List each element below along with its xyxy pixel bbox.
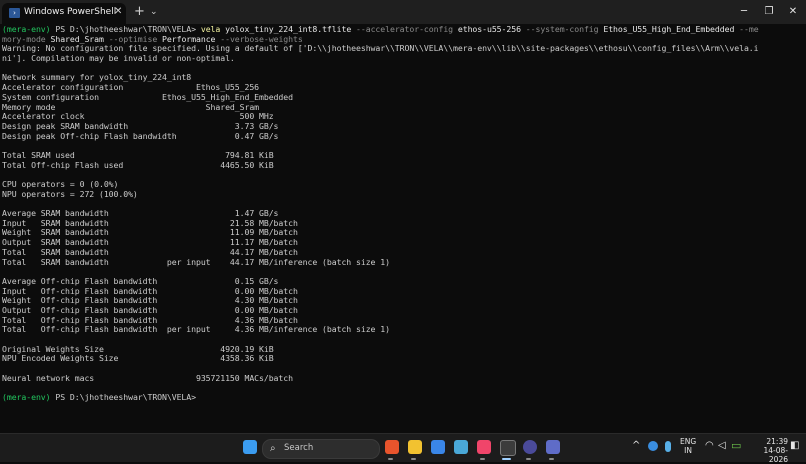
close-tab-icon[interactable]: ✕ (114, 6, 122, 18)
battery-icon[interactable]: ▭ (731, 439, 741, 452)
final-prompt[interactable]: (mera-env) PS D:\jhotheeshwar\TRON\VELA> (2, 392, 804, 403)
running-indicator (549, 458, 554, 460)
taskbar: ⌕ Search ^ ENG IN ◠ ◁ ▭ 21:39 14-08-2026… (0, 433, 806, 464)
command-flag: --optimise (108, 33, 163, 44)
language-line-1: ENG (680, 437, 697, 446)
clock-time: 21:39 (766, 437, 788, 446)
notepad-icon[interactable] (454, 440, 468, 454)
title-bar: › Windows PowerShell ✕ + ⌄ ─ ❐ ✕ (0, 0, 806, 24)
output-line: Design peak Off-chip Flash bandwidth 0.4… (2, 130, 279, 141)
command-flag: --verbose-weights (220, 33, 303, 44)
output-line: NPU Encoded Weights Size 4358.36 KiB (2, 353, 274, 364)
terminal-icon[interactable] (500, 440, 516, 456)
running-indicator (411, 458, 416, 460)
command-flag: --me (739, 25, 759, 34)
new-tab-button[interactable]: + (134, 5, 145, 19)
chevron-up-icon[interactable]: ^ (632, 440, 640, 451)
tab-windows-powershell[interactable]: › Windows PowerShell ✕ (2, 3, 126, 24)
command-flag: mory-mode (2, 33, 51, 44)
terminal-output[interactable]: (mera-env) PS D:\jhotheeshwar\TRON\VELA>… (2, 25, 804, 433)
wifi-icon[interactable]: ◠ (705, 440, 714, 451)
microphone-icon[interactable] (665, 441, 671, 452)
music-app-icon[interactable] (477, 440, 491, 454)
search-label: Search (284, 443, 314, 453)
eclipse-icon[interactable] (523, 440, 537, 454)
powershell-icon: › (9, 8, 20, 18)
tab-dropdown-icon[interactable]: ⌄ (150, 6, 158, 18)
app-store-icon[interactable] (431, 440, 445, 454)
output-line: Total Off-chip Flash used 4465.50 KiB (2, 159, 274, 170)
clock-date: 14-08-2026 (763, 446, 789, 464)
command-token: Shared_Sram (50, 33, 109, 44)
command-flag: --accelerator-config (356, 25, 458, 34)
cloud-sync-icon[interactable] (648, 441, 658, 451)
prompt-path: PS D:\jhotheeshwar\TRON\VELA> (50, 25, 201, 34)
maximize-button[interactable]: ❐ (760, 5, 778, 19)
clock[interactable]: 21:39 14-08-2026 (752, 437, 789, 464)
tab-title: Windows PowerShell (24, 7, 117, 17)
output-line: Total SRAM bandwidth per input 44.17 MB/… (2, 256, 390, 267)
prompt-env: (mera-env) (2, 392, 51, 403)
volume-icon[interactable]: ◁ (718, 440, 726, 451)
start-icon[interactable] (243, 440, 257, 454)
command-token: ethos-u55-256 (457, 25, 526, 34)
command-token: Performance (162, 33, 221, 44)
output-line: Total Off-chip Flash bandwidth per input… (2, 324, 390, 335)
running-indicator (480, 458, 485, 460)
language-line-2: IN (684, 446, 692, 455)
command-token: vela (200, 25, 226, 34)
file-explorer-icon[interactable] (408, 440, 422, 454)
output-block: Warning: No configuration file specified… (2, 44, 804, 393)
prompt-path: PS D:\jhotheeshwar\TRON\VELA> (50, 392, 201, 403)
command-token: Ethos_U55_High_End_Embedded (603, 25, 740, 34)
close-window-button[interactable]: ✕ (784, 5, 802, 19)
prompt-env: (mera-env) (2, 25, 51, 34)
minimize-button[interactable]: ─ (735, 5, 753, 19)
active-indicator (502, 458, 511, 460)
search-box[interactable]: ⌕ Search (262, 439, 380, 459)
notification-icon[interactable]: ◧ (790, 440, 799, 451)
running-indicator (388, 458, 393, 460)
output-line: Neural network macs 935721150 MACs/batch (2, 372, 293, 383)
brave-browser-icon[interactable] (385, 440, 399, 454)
command-flag: --system-config (525, 25, 604, 34)
running-indicator (526, 458, 531, 460)
command-text: vela yolox_tiny_224_int8.tflite --accele… (201, 25, 759, 34)
language-indicator[interactable]: ENG IN (680, 437, 696, 455)
snipping-tool-icon[interactable] (546, 440, 560, 454)
command-token: yolox_tiny_224_int8.tflite (225, 25, 357, 34)
output-line: ni']. Compilation may be invalid or non-… (2, 53, 235, 64)
search-icon: ⌕ (270, 443, 276, 454)
output-line: NPU operators = 272 (100.0%) (2, 188, 138, 199)
